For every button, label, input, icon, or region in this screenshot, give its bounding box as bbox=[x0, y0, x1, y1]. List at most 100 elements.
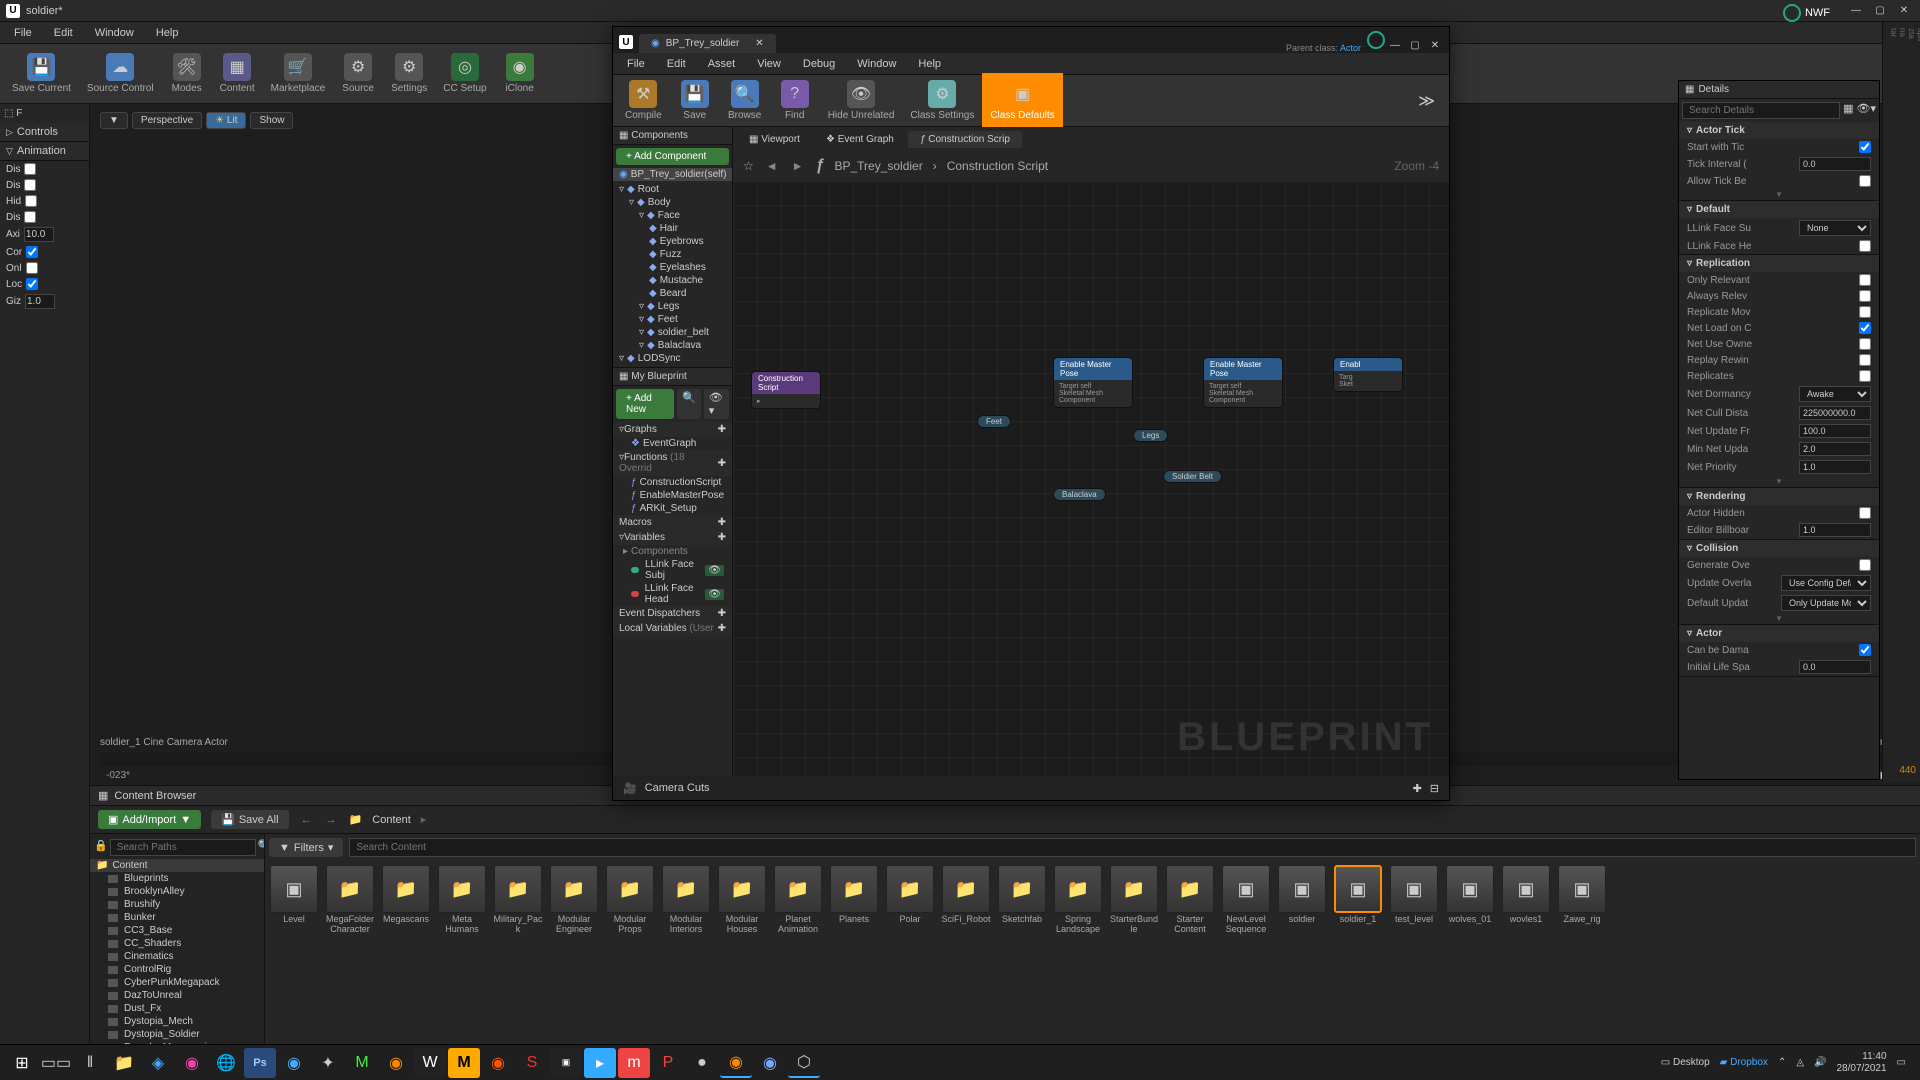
axi-input[interactable] bbox=[24, 227, 54, 242]
show-desktop-button[interactable]: ▭ Desktop bbox=[1661, 1057, 1710, 1068]
iclone-button[interactable]: ◉iClone bbox=[495, 46, 545, 102]
asset-tile[interactable]: ▣wovles1 bbox=[1501, 865, 1551, 935]
actor-section-header[interactable]: ▿ Actor bbox=[1679, 625, 1879, 642]
network-icon[interactable]: ◬ bbox=[1796, 1057, 1804, 1068]
local-vars-section[interactable]: Local Variables (User✚ bbox=[613, 621, 732, 636]
taskbar-pin-1[interactable]: ‖ bbox=[74, 1048, 106, 1078]
breadcrumb-content[interactable]: Content bbox=[372, 814, 411, 826]
add-dispatcher-icon[interactable]: ✚ bbox=[718, 608, 726, 619]
onl-checkbox[interactable] bbox=[26, 262, 38, 274]
event-graph-item[interactable]: ❖EventGraph bbox=[613, 437, 732, 450]
add-component-button[interactable]: + Add Component bbox=[616, 148, 729, 165]
dis-checkbox-1[interactable] bbox=[24, 163, 36, 175]
bp-window-tab[interactable]: ◉BP_Trey_soldier✕ bbox=[639, 34, 776, 53]
class-settings-button[interactable]: ⚙Class Settings bbox=[902, 73, 982, 129]
var-node-belt[interactable]: Soldier Belt bbox=[1163, 470, 1222, 483]
node-enable-master-pose-1[interactable]: Enable Master PoseTarget selfSkeletal Me… bbox=[1053, 357, 1133, 408]
app-icon-w[interactable]: W bbox=[414, 1048, 446, 1078]
node-construction-script[interactable]: Construction Script▸ bbox=[751, 371, 821, 409]
asset-tile[interactable]: 📁MegaFolder Character bbox=[325, 865, 375, 935]
net-use-owner-checkbox[interactable] bbox=[1859, 338, 1871, 350]
search-paths-input[interactable] bbox=[110, 839, 256, 856]
maximize-button[interactable]: ▢ bbox=[1870, 3, 1890, 19]
menu-edit[interactable]: Edit bbox=[44, 24, 83, 42]
compile-button[interactable]: ⚒Compile bbox=[617, 73, 670, 129]
class-defaults-button[interactable]: ▣Class Defaults bbox=[982, 73, 1062, 129]
controls-header[interactable]: ▷Controls bbox=[0, 123, 89, 142]
min-net-update-input[interactable] bbox=[1799, 442, 1871, 456]
show-button[interactable]: Show bbox=[250, 112, 293, 129]
asset-tile[interactable]: 📁Modular Interiors bbox=[661, 865, 711, 935]
component-item[interactable]: ◆ Beard bbox=[613, 287, 732, 300]
dropbox-tray-icon[interactable]: ▰ Dropbox bbox=[1720, 1057, 1768, 1068]
chrome-icon[interactable]: 🌐 bbox=[210, 1048, 242, 1078]
allow-tick-checkbox[interactable] bbox=[1859, 175, 1871, 187]
add-new-button[interactable]: + Add New bbox=[616, 389, 674, 419]
component-item[interactable]: ▿ ◆ Feet bbox=[613, 313, 732, 326]
tree-item[interactable]: Bunker bbox=[90, 911, 264, 924]
marvelous-icon[interactable]: M bbox=[448, 1048, 480, 1078]
browse-button[interactable]: 🔍Browse bbox=[720, 73, 770, 129]
component-item[interactable]: ◆ Hair bbox=[613, 222, 732, 235]
bp-menu-file[interactable]: File bbox=[617, 55, 655, 73]
asset-tile[interactable]: 📁Meta Humans bbox=[437, 865, 487, 935]
asset-tile[interactable]: ▣test_level bbox=[1389, 865, 1439, 935]
asset-tile[interactable]: ▣Zawe_rig bbox=[1557, 865, 1607, 935]
net-load-checkbox[interactable] bbox=[1859, 322, 1871, 334]
asset-tile[interactable]: 📁StarterBundle bbox=[1109, 865, 1159, 935]
app-icon-pink[interactable]: ◉ bbox=[176, 1048, 208, 1078]
lock-icon[interactable]: 🔒 bbox=[94, 839, 108, 856]
unreal-taskbar-icon[interactable]: ⬡ bbox=[788, 1048, 820, 1078]
asset-tile[interactable]: ▣soldier bbox=[1277, 865, 1327, 935]
bp-menu-help[interactable]: Help bbox=[908, 55, 951, 73]
asset-tile[interactable]: 📁Planets bbox=[829, 865, 879, 935]
asset-tile[interactable]: 📁Modular Engineer bbox=[549, 865, 599, 935]
graphs-section[interactable]: ▿Graphs✚ bbox=[613, 422, 732, 437]
fn-arkit-setup[interactable]: ƒARKit_Setup bbox=[613, 502, 732, 515]
menu-help[interactable]: Help bbox=[146, 24, 189, 42]
source-button[interactable]: ⚙Source bbox=[333, 46, 383, 102]
daz-icon[interactable]: ✦ bbox=[312, 1048, 344, 1078]
eye-icon[interactable]: 👁▾ bbox=[1857, 102, 1877, 119]
net-cull-input[interactable] bbox=[1799, 406, 1871, 420]
hide-unrelated-button[interactable]: 👁Hide Unrelated bbox=[820, 73, 903, 129]
net-dormancy-select[interactable]: Awake bbox=[1799, 386, 1871, 402]
var-node-feet[interactable]: Feet bbox=[977, 415, 1011, 428]
lit-button[interactable]: ☀ Lit bbox=[206, 112, 246, 129]
actor-hidden-checkbox[interactable] bbox=[1859, 507, 1871, 519]
viewport-options-button[interactable]: ▼ bbox=[100, 112, 128, 129]
tab-viewport[interactable]: ▦ Viewport bbox=[737, 131, 812, 148]
replication-header[interactable]: ▿ Replication bbox=[1679, 255, 1879, 272]
tree-item[interactable]: BrooklynAlley bbox=[90, 885, 264, 898]
nav-fwd-icon[interactable]: → bbox=[324, 812, 339, 828]
app-icon-m1[interactable]: M bbox=[346, 1048, 378, 1078]
save-current-button[interactable]: 💾Save Current bbox=[4, 46, 79, 102]
photoshop-icon[interactable]: Ps bbox=[244, 1048, 276, 1078]
component-item[interactable]: ▿ ◆ Balaclava bbox=[613, 339, 732, 352]
start-tick-checkbox[interactable] bbox=[1859, 141, 1871, 153]
marketplace-button[interactable]: 🛒Marketplace bbox=[263, 46, 333, 102]
always-relevant-checkbox[interactable] bbox=[1859, 290, 1871, 302]
asset-tile[interactable]: 📁Megascans bbox=[381, 865, 431, 935]
replay-rewind-checkbox[interactable] bbox=[1859, 354, 1871, 366]
source-control-button[interactable]: ☁Source Control bbox=[79, 46, 162, 102]
breadcrumb-root[interactable]: BP_Trey_soldier bbox=[834, 159, 922, 173]
net-priority-input[interactable] bbox=[1799, 460, 1871, 474]
animation-header[interactable]: ▽Animation bbox=[0, 142, 89, 161]
tree-item[interactable]: DazToUnreal bbox=[90, 989, 264, 1002]
tray-overflow-icon[interactable]: ⌃ bbox=[1778, 1057, 1786, 1068]
cinema4d-icon[interactable]: ◉ bbox=[278, 1048, 310, 1078]
perspective-button[interactable]: Perspective bbox=[132, 112, 202, 129]
kodi-icon[interactable]: ◈ bbox=[142, 1048, 174, 1078]
graph-back-icon[interactable]: ◄ bbox=[764, 157, 780, 175]
tree-item[interactable]: CC3_Base bbox=[90, 924, 264, 937]
bp-maximize-button[interactable]: ▢ bbox=[1405, 37, 1425, 53]
favorite-icon[interactable]: ☆ bbox=[743, 159, 754, 173]
node-enable-master-pose-3[interactable]: EnablTargSket bbox=[1333, 357, 1403, 392]
cc-setup-button[interactable]: ◎CC Setup bbox=[435, 46, 494, 102]
asset-tile[interactable]: 📁Planet Animation bbox=[773, 865, 823, 935]
blender-icon[interactable]: ◉ bbox=[380, 1048, 412, 1078]
asset-tile[interactable]: ▣Level bbox=[269, 865, 319, 935]
find-button[interactable]: ?Find bbox=[770, 73, 820, 129]
camera-cuts-bar[interactable]: 🎥 Camera Cuts ✚ ⊟ bbox=[613, 776, 1449, 800]
